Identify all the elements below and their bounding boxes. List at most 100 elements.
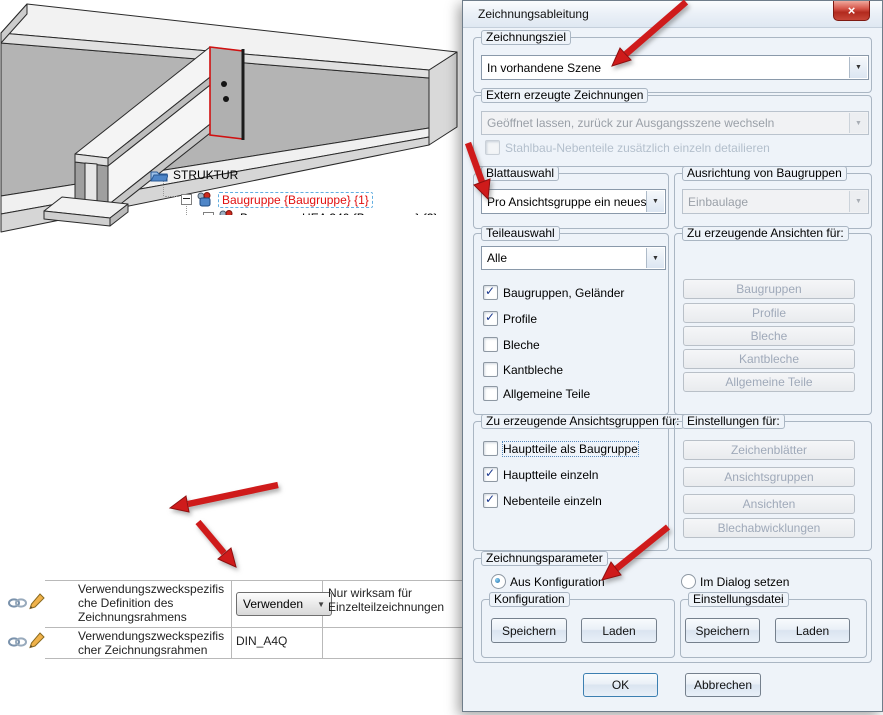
dialog-title: Zeichnungsableitung (478, 7, 589, 21)
pencil-icon[interactable] (29, 593, 45, 611)
bleche-label: Bleche (503, 338, 540, 352)
config-tree: Verwendungszweckabhängig ▷ Vorlage ▷ DEF… (0, 400, 460, 555)
group-label: Blattauswahl (481, 166, 560, 181)
zeichnungsableitung-dialog: Zeichnungsableitung × Zeichnungsziel In … (462, 0, 883, 712)
einstellungsdatei-laden-button[interactable]: Laden (775, 618, 850, 643)
chevron-down-icon[interactable]: ▼ (849, 57, 867, 78)
chevron-down-icon: ▼ (849, 191, 867, 212)
close-button[interactable]: × (833, 1, 870, 21)
aus-konfiguration-radio[interactable] (491, 574, 506, 589)
extern-combobox: Geöffnet lassen, zurück zur Ausgangsszen… (481, 111, 869, 135)
kantbleche-checkbox[interactable] (483, 362, 498, 377)
group-label: Zeichnungsparameter (481, 551, 608, 566)
extern-value: Geöffnet lassen, zurück zur Ausgangsszen… (487, 116, 775, 130)
ok-button[interactable]: OK (583, 673, 658, 697)
link-icon (8, 637, 27, 647)
bleche-button: Bleche (683, 326, 855, 346)
aus-konfiguration-label: Aus Konfiguration (510, 575, 605, 589)
folder-icon (150, 171, 168, 181)
assembly-icon (197, 192, 211, 207)
group-label: Zu erzeugende Ansichten für: (682, 226, 849, 241)
blattauswahl-combobox[interactable]: Pro Ansichtsgruppe ein neues B ▼ (481, 189, 666, 214)
property-label: Verwendungszweckspezifische Definition d… (78, 582, 225, 624)
ausrichtung-value: Einbaulage (688, 194, 749, 209)
baugruppen-gelaender-checkbox[interactable] (483, 284, 498, 300)
profile-button: Profile (683, 303, 855, 323)
tree-item-label-selected: Baugruppe {Baugruppe} {1} (218, 191, 373, 208)
tree-item-baugruppe-hea340-3[interactable]: Baugruppe HEA 340 {Baugruppe} {3} (203, 209, 438, 215)
konfiguration-laden-button[interactable]: Laden (581, 618, 657, 643)
chevron-down-icon: ▼ (317, 599, 325, 609)
dialog-titlebar[interactable]: Zeichnungsableitung × (463, 1, 882, 28)
allgemeine-teile-label: Allgemeine Teile (503, 387, 591, 401)
bleche-checkbox[interactable] (483, 337, 498, 352)
zeichenblaetter-button: Zeichenblätter (683, 440, 855, 460)
einstellungsdatei-speichern-button[interactable]: Speichern (685, 618, 760, 643)
structure-tree: STRUKTUR Baugruppe {Baugruppe} {1} Baugr… (0, 0, 462, 215)
allgemeine-teile-checkbox[interactable] (483, 386, 498, 401)
profile-checkbox[interactable] (483, 310, 498, 326)
group-label: Ausrichtung von Baugruppen (682, 166, 847, 181)
table-border (45, 580, 463, 581)
verwenden-dropdown[interactable]: Verwenden ▼ (236, 592, 332, 616)
cancel-button[interactable]: Abbrechen (685, 673, 761, 697)
zeichnungsziel-value: In vorhandene Szene (487, 60, 602, 75)
table-border (45, 658, 463, 659)
group-label: Teileauswahl (481, 226, 560, 241)
im-dialog-setzen-radio[interactable] (681, 574, 696, 589)
kantbleche-label: Kantbleche (503, 363, 564, 377)
allgemeine-teile-button: Allgemeine Teile (683, 372, 855, 392)
konfiguration-speichern-button[interactable]: Speichern (491, 618, 567, 643)
ansichtsgruppen-button: Ansichtsgruppen (683, 467, 855, 487)
zeichnungsziel-combobox[interactable]: In vorhandene Szene ▼ (481, 55, 869, 80)
hauptteile-als-baugruppe-checkbox[interactable] (483, 441, 498, 456)
verwenden-dropdown-value: Verwenden (243, 597, 304, 611)
group-label: Extern erzeugte Zeichnungen (481, 88, 649, 103)
collapse-box-icon[interactable] (203, 212, 214, 215)
property-table: Verwendungszweckspezifische Definition d… (0, 570, 465, 680)
blechabwicklungen-button: Blechabwicklungen (683, 518, 855, 538)
tree-item-baugruppe-1[interactable]: Baugruppe {Baugruppe} {1} (181, 191, 373, 208)
stahlbau-nebenteile-checkbox (485, 140, 500, 155)
ansichten-button: Ansichten (683, 494, 855, 514)
tree-item-label: STRUKTUR (173, 167, 239, 182)
collapse-box-icon[interactable] (181, 194, 192, 205)
profile-label: Profile (503, 312, 538, 326)
assembly-icon (219, 210, 233, 215)
stahlbau-nebenteile-label: Stahlbau-Nebenteile zusätzlich einzeln d… (505, 141, 770, 155)
im-dialog-setzen-label: Im Dialog setzen (700, 575, 790, 589)
tree-connector (165, 196, 179, 197)
group-label: Konfiguration (489, 592, 570, 607)
blattauswahl-value: Pro Ansichtsgruppe ein neues B (487, 194, 658, 209)
close-icon: × (847, 3, 856, 18)
property-note: Nur wirksam für Einzelteilzeichnungen (328, 586, 445, 614)
table-border (45, 627, 463, 628)
nebenteile-einzeln-checkbox[interactable] (483, 492, 498, 508)
property-label: Verwendungszweckspezifischer Zeichnungsr… (78, 629, 225, 657)
tree-item-struktur[interactable]: STRUKTUR (150, 166, 238, 183)
group-label: Einstellungsdatei (688, 592, 789, 607)
teileauswahl-combobox[interactable]: Alle ▼ (481, 246, 666, 270)
property-value: DIN_A4Q (236, 634, 288, 648)
hauptteile-einzeln-checkbox[interactable] (483, 466, 498, 482)
hauptteile-als-baugruppe-label: Hauptteile als Baugruppe (502, 441, 639, 457)
group-ansichtsgruppen: Zu erzeugende Ansichtsgruppen für: (473, 414, 685, 551)
hauptteile-einzeln-label: Hauptteile einzeln (503, 468, 599, 482)
ausrichtung-combobox: Einbaulage ▼ (682, 189, 869, 214)
group-label: Zeichnungsziel (481, 30, 572, 45)
chevron-down-icon[interactable]: ▼ (646, 191, 664, 212)
group-label: Zu erzeugende Ansichtsgruppen für: (481, 414, 685, 429)
group-label: Einstellungen für: (682, 414, 785, 429)
chevron-down-icon: ▼ (849, 113, 867, 133)
table-border (231, 580, 232, 658)
baugruppen-button: Baugruppen (683, 279, 855, 299)
teileauswahl-value: Alle (487, 251, 508, 265)
tree-connector (163, 181, 164, 196)
chevron-down-icon[interactable]: ▼ (646, 248, 664, 268)
baugruppen-gelaender-label: Baugruppen, Geländer (503, 286, 625, 300)
link-icon (8, 598, 27, 608)
kantbleche-button: Kantbleche (683, 349, 855, 369)
tree-item-label: Baugruppe HEA 340 {Baugruppe} {3} (240, 211, 438, 216)
nebenteile-einzeln-label: Nebenteile einzeln (503, 494, 602, 508)
pencil-icon[interactable] (29, 632, 45, 650)
